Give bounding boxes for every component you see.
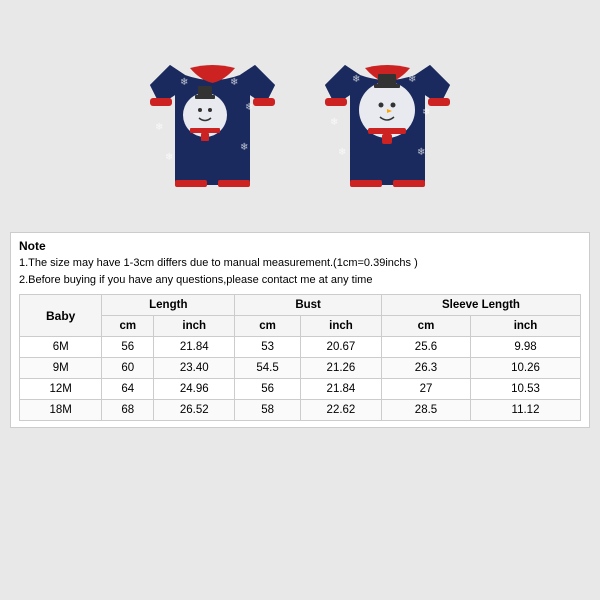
sleeve-inch-header: inch [471,316,581,337]
sleeve-inch-cell: 10.53 [471,379,581,400]
length-inch-header: inch [154,316,235,337]
bust-header: Bust [235,295,382,316]
svg-text:❄: ❄ [352,74,360,85]
svg-text:❄: ❄ [230,77,238,88]
svg-text:❄: ❄ [180,77,188,88]
bust-inch-cell: 22.62 [300,400,381,421]
bust-inch-header: inch [300,316,381,337]
bust-cm-cell: 58 [235,400,301,421]
length-cm-cell: 60 [102,358,154,379]
svg-text:❄: ❄ [155,122,163,133]
bust-cm-cell: 56 [235,379,301,400]
sleeve-cm-cell: 25.6 [381,337,470,358]
sleeve-cm-cell: 28.5 [381,400,470,421]
sleeve-inch-cell: 9.98 [471,337,581,358]
svg-text:❄: ❄ [165,152,173,163]
svg-text:❄: ❄ [245,102,253,113]
svg-text:❄: ❄ [422,107,430,118]
table-row: 6M 56 21.84 53 20.67 25.6 9.98 [20,337,581,358]
svg-text:❄: ❄ [240,142,248,153]
sleeve-cm-cell: 26.3 [381,358,470,379]
bust-cm-header: cm [235,316,301,337]
bust-inch-cell: 21.26 [300,358,381,379]
length-header: Length [102,295,235,316]
length-cm-cell: 64 [102,379,154,400]
category-header: Baby [20,295,102,337]
table-row: 18M 68 26.52 58 22.62 28.5 11.12 [20,400,581,421]
svg-text:❄: ❄ [417,147,425,158]
size-table: Baby Length Bust Sleeve Length cm inch c… [19,294,581,421]
sleeve-inch-cell: 10.26 [471,358,581,379]
note-section: Note 1.The size may have 1-3cm differs d… [19,239,581,288]
length-inch-cell: 21.84 [154,337,235,358]
bust-cm-cell: 54.5 [235,358,301,379]
sleeve-cm-header: cm [381,316,470,337]
size-cell: 6M [20,337,102,358]
length-inch-cell: 24.96 [154,379,235,400]
size-table-section: Note 1.The size may have 1-3cm differs d… [10,232,590,428]
table-row: 12M 64 24.96 56 21.84 27 10.53 [20,379,581,400]
bust-cm-cell: 53 [235,337,301,358]
onesie-front-image: ❄ ❄ ❄ ❄ ❄ ❄ [135,10,290,220]
table-row: 9M 60 23.40 54.5 21.26 26.3 10.26 [20,358,581,379]
svg-text:❄: ❄ [408,74,416,85]
product-images: ❄ ❄ ❄ ❄ ❄ ❄ [135,10,465,220]
size-cell: 9M [20,358,102,379]
bust-inch-cell: 20.67 [300,337,381,358]
size-cell: 18M [20,400,102,421]
note-line2: 2.Before buying if you have any question… [19,272,581,289]
sleeve-inch-cell: 11.12 [471,400,581,421]
length-cm-header: cm [102,316,154,337]
length-inch-cell: 26.52 [154,400,235,421]
bust-inch-cell: 21.84 [300,379,381,400]
note-title: Note [19,239,581,253]
note-line1: 1.The size may have 1-3cm differs due to… [19,255,581,272]
length-inch-cell: 23.40 [154,358,235,379]
main-container: ❄ ❄ ❄ ❄ ❄ ❄ [0,0,600,600]
svg-text:❄: ❄ [338,147,346,158]
size-cell: 12M [20,379,102,400]
length-cm-cell: 56 [102,337,154,358]
length-cm-cell: 68 [102,400,154,421]
sleeve-header: Sleeve Length [381,295,580,316]
sleeve-cm-cell: 27 [381,379,470,400]
svg-text:❄: ❄ [330,117,338,128]
onesie-back-image: ❄ ❄ ❄ ❄ ❄ ❄ [310,10,465,220]
